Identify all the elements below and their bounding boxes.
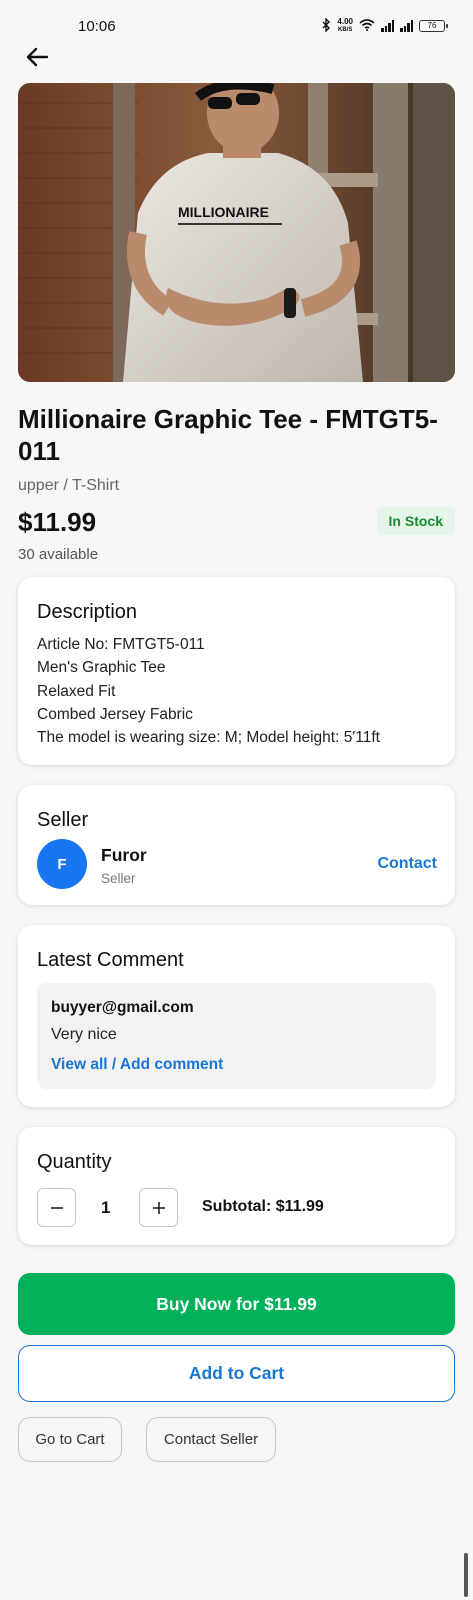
product-title: Millionaire Graphic Tee - FMTGT5-011 <box>18 404 438 466</box>
description-line: Men's Graphic Tee <box>37 659 166 677</box>
wifi-icon <box>359 18 375 34</box>
status-time: 10:06 <box>78 18 116 35</box>
stock-badge: In Stock <box>376 507 455 535</box>
buy-now-button[interactable]: Buy Now for $11.99 <box>18 1273 455 1335</box>
comment-author: buyyer@gmail.com <box>51 999 194 1016</box>
description-line: Combed Jersey Fabric <box>37 705 193 723</box>
plus-icon <box>152 1201 165 1214</box>
description-line: Article No: FMTGT5-011 <box>37 636 205 653</box>
contact-seller-button[interactable]: Contact Seller <box>146 1417 276 1462</box>
quantity-card: Quantity 1 Subtotal: $11.99 <box>18 1127 455 1245</box>
product-price: $11.99 <box>18 507 97 537</box>
seller-name: Furor <box>101 845 147 865</box>
go-to-cart-button[interactable]: Go to Cart <box>18 1417 122 1462</box>
status-icons: 4.00 KB/S 76 <box>322 16 448 35</box>
increase-quantity-button[interactable] <box>139 1188 178 1227</box>
subtotal: Subtotal: $11.99 <box>202 1198 324 1215</box>
quantity-title: Quantity <box>37 1151 112 1173</box>
description-card: Description Article No: FMTGT5-011 Men's… <box>18 577 455 765</box>
comment-card: Latest Comment buyyer@gmail.com Very nic… <box>18 925 455 1107</box>
net-speed-unit: KB/S <box>338 27 353 33</box>
battery-icon: 76 <box>419 20 448 32</box>
description-line: The model is wearing size: M; Model heig… <box>37 729 380 747</box>
net-speed-value: 4.00 <box>337 17 353 26</box>
description-text: Article No: FMTGT5-011 Men's Graphic Tee… <box>37 633 380 749</box>
arrow-left-icon <box>26 47 49 67</box>
back-button[interactable] <box>20 42 54 72</box>
bluetooth-icon <box>322 16 331 35</box>
shirt-print: MILLIONAIRE <box>178 204 269 220</box>
view-all-comments-link[interactable]: View all / Add comment <box>51 1056 223 1074</box>
decrease-quantity-button[interactable] <box>37 1188 76 1227</box>
seller-card: Seller F Furor Seller Contact <box>18 785 455 905</box>
status-bar: 10:06 4.00 KB/S 76 <box>0 0 473 44</box>
available-count: 30 available <box>18 546 99 563</box>
description-title: Description <box>37 601 138 623</box>
comment-item: buyyer@gmail.com Very nice View all / Ad… <box>37 983 436 1089</box>
minus-icon <box>50 1206 63 1209</box>
product-category: upper / T-Shirt <box>18 477 120 494</box>
contact-button[interactable]: Contact <box>377 855 437 873</box>
seller-title: Seller <box>37 809 89 831</box>
quantity-value: 1 <box>101 1198 111 1217</box>
product-image[interactable]: MILLIONAIRE <box>18 83 455 382</box>
signal-icon <box>381 20 394 32</box>
seller-avatar: F <box>37 839 87 889</box>
comment-text: Very nice <box>51 1026 117 1043</box>
add-to-cart-button[interactable]: Add to Cart <box>18 1345 455 1402</box>
comment-title: Latest Comment <box>37 949 184 971</box>
description-line: Relaxed Fit <box>37 682 116 700</box>
signal-icon-2 <box>400 20 413 32</box>
seller-role: Seller <box>101 871 136 886</box>
scrollbar[interactable] <box>464 1553 468 1597</box>
network-speed: 4.00 KB/S <box>337 17 353 35</box>
